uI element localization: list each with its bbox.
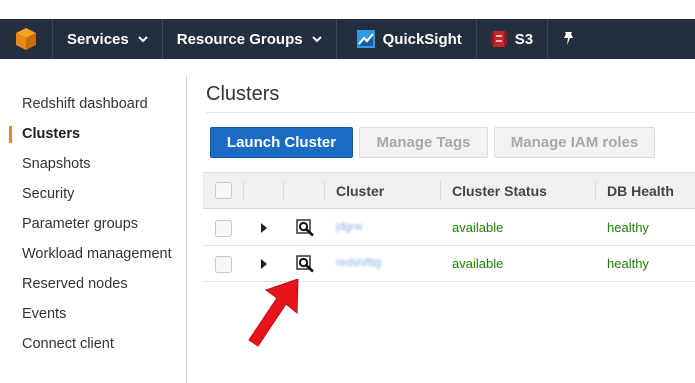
view-details-icon[interactable] <box>296 255 315 273</box>
view-details-icon[interactable] <box>296 219 315 237</box>
aws-cube-icon <box>16 28 36 50</box>
quicksight-icon <box>356 30 375 48</box>
sidebar-item-redshift-dashboard[interactable]: Redshift dashboard <box>22 94 148 114</box>
page-title: Clusters <box>206 83 280 105</box>
resource-groups-label: Resource Groups <box>176 30 303 48</box>
console-nav-bar: Services Resource Groups QuickSight S3 <box>0 19 695 59</box>
row-select-checkbox[interactable] <box>215 256 232 273</box>
pin-shortcuts-button[interactable] <box>548 19 590 59</box>
column-separator <box>283 181 284 201</box>
column-separator <box>243 181 244 201</box>
cluster-status: available <box>452 256 504 271</box>
s3-shortcut[interactable]: S3 <box>477 19 549 59</box>
quicksight-shortcut[interactable]: QuickSight <box>337 19 477 59</box>
column-separator <box>324 181 325 201</box>
db-health: healthy <box>607 256 649 271</box>
table-row[interactable]: jdgrw available healthy <box>203 210 695 246</box>
cluster-name-link[interactable]: jdgrw <box>336 221 362 233</box>
select-all-checkbox[interactable] <box>215 182 232 199</box>
manage-iam-roles-button[interactable]: Manage IAM roles <box>494 127 655 158</box>
aws-home-logo[interactable] <box>0 19 53 59</box>
column-header-cluster-status[interactable]: Cluster Status <box>452 183 547 199</box>
db-health: healthy <box>607 220 649 235</box>
sidebar-item-reserved-nodes[interactable]: Reserved nodes <box>22 274 128 294</box>
column-separator <box>440 181 441 201</box>
sidebar-divider <box>186 75 187 383</box>
s3-label: S3 <box>514 30 534 48</box>
row-select-checkbox[interactable] <box>215 220 232 237</box>
sidebar-item-security[interactable]: Security <box>22 184 74 204</box>
expand-row-icon[interactable] <box>261 223 267 233</box>
quicksight-label: QuickSight <box>382 30 462 48</box>
column-separator <box>595 181 596 201</box>
column-header-db-health[interactable]: DB Health <box>607 183 674 199</box>
sidebar-item-parameter-groups[interactable]: Parameter groups <box>22 214 138 234</box>
cluster-name-link[interactable]: redshifttg <box>336 257 381 269</box>
services-label: Services <box>67 30 129 48</box>
annotation-arrow-icon <box>248 279 299 347</box>
sidebar-item-connect-client[interactable]: Connect client <box>22 334 114 354</box>
s3-bucket-icon <box>490 31 507 47</box>
chevron-down-icon <box>138 36 148 43</box>
sidebar-item-events[interactable]: Events <box>22 304 66 324</box>
sidebar-item-clusters[interactable]: Clusters <box>22 124 80 144</box>
manage-tags-button[interactable]: Manage Tags <box>359 127 488 158</box>
table-header: Cluster Cluster Status DB Health <box>203 172 695 209</box>
column-header-cluster[interactable]: Cluster <box>336 183 384 199</box>
sidebar-item-snapshots[interactable]: Snapshots <box>22 154 91 174</box>
expand-row-icon[interactable] <box>261 259 267 269</box>
title-divider <box>206 112 695 113</box>
table-row[interactable]: redshifttg available healthy <box>203 246 695 282</box>
browser-top-strip <box>0 0 695 19</box>
cluster-status: available <box>452 220 504 235</box>
active-item-indicator <box>9 126 12 143</box>
chevron-down-icon <box>311 36 322 43</box>
services-menu[interactable]: Services <box>53 19 163 59</box>
pin-icon <box>564 32 574 45</box>
resource-groups-menu[interactable]: Resource Groups <box>163 19 337 59</box>
sidebar-item-workload-management[interactable]: Workload management <box>22 244 172 264</box>
clusters-table: Cluster Cluster Status DB Health jdgrw a… <box>203 172 695 283</box>
launch-cluster-button[interactable]: Launch Cluster <box>210 127 353 158</box>
